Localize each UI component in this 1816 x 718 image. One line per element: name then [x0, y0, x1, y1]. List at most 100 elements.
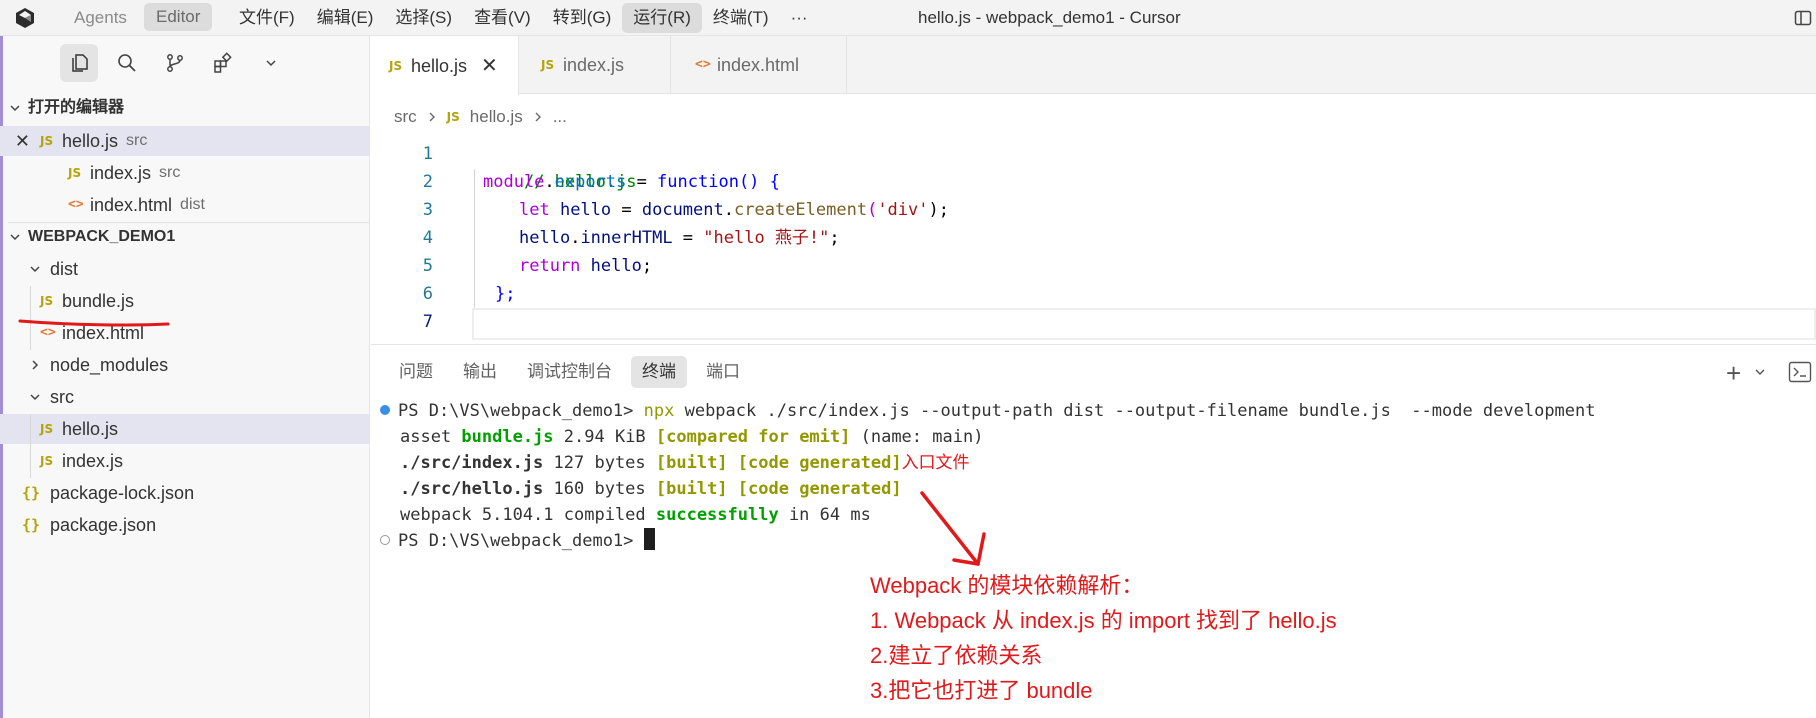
code-token: .	[723, 200, 734, 220]
file-label: package.json	[50, 515, 157, 535]
code-line: };	[495, 280, 515, 308]
line-number: 1	[422, 144, 433, 164]
status-dot-icon	[380, 405, 390, 415]
source-control-button[interactable]	[156, 44, 194, 82]
tab-hello-js[interactable]: JS hello.js ✕	[371, 36, 519, 95]
code-token: =	[672, 228, 704, 248]
annotation-line: 2.建立了依赖关系	[870, 643, 1043, 668]
line-number: 2	[422, 172, 433, 192]
code-token: module	[483, 172, 545, 192]
toggle-sidebar-icon[interactable]	[1794, 9, 1812, 27]
js-file-icon: JS	[446, 110, 460, 124]
json-file-icon: {}	[22, 484, 41, 502]
tab-terminal[interactable]: 终端	[631, 356, 687, 388]
menu-run[interactable]: 运行(R)	[622, 3, 702, 33]
breadcrumb: src JS hello.js ...	[394, 100, 567, 134]
terminal-token: 160 bytes	[543, 479, 656, 499]
tab-output[interactable]: 输出	[452, 356, 508, 388]
files-icon	[72, 54, 88, 72]
extensions-button[interactable]	[204, 44, 242, 82]
tree-folder-node-modules[interactable]: node_modules	[0, 350, 369, 380]
code-token: exports	[554, 172, 627, 192]
tree-file-package-lock[interactable]: {} package-lock.json	[0, 478, 369, 508]
code-token: );	[928, 200, 949, 220]
window-title: hello.js - webpack_demo1 - Cursor	[918, 8, 1181, 27]
terminal-token: (name: main)	[850, 427, 984, 447]
terminal-cursor	[643, 528, 655, 550]
close-icon[interactable]: ✕	[0, 126, 40, 156]
new-terminal-plus-icon[interactable]: +	[1726, 360, 1741, 386]
code-editor[interactable]: 1 2 3 4 5 6 7 // hello.js module.exports…	[371, 140, 1816, 340]
code-token: =	[611, 200, 642, 220]
open-editor-item[interactable]: ✕ JS hello.js src	[0, 126, 369, 156]
tree-file-package[interactable]: {} package.json	[0, 510, 369, 540]
tab-ports[interactable]: 端口	[695, 356, 751, 388]
code-line: // hello.js	[483, 140, 637, 192]
terminal-token: ./src/hello.js	[400, 479, 544, 499]
chevron-right-icon	[429, 112, 435, 122]
extensions-icon	[214, 52, 232, 73]
tab-debug-console[interactable]: 调试控制台	[516, 356, 623, 388]
open-editor-item[interactable]: JS index.js src	[0, 158, 369, 188]
js-file-icon: JS	[389, 58, 403, 73]
close-icon[interactable]: ✕	[481, 37, 498, 95]
tree-file-bundle[interactable]: JS bundle.js	[0, 286, 369, 316]
more-views-button[interactable]	[252, 44, 290, 82]
terminal-token: [compared for emit]	[655, 427, 851, 447]
annotation-line: 1. Webpack 从 index.js 的 import 找到了 hello…	[870, 608, 1337, 633]
terminal-token: ./src/index.js	[400, 453, 544, 473]
menu-go[interactable]: 转到(G)	[542, 3, 623, 33]
sidebar: 打开的编辑器 ✕ JS hello.js src JS index.js src…	[0, 36, 370, 718]
breadcrumb-more[interactable]: ...	[553, 100, 567, 134]
html-file-icon: <>	[40, 325, 56, 340]
terminal-icon[interactable]	[1788, 361, 1812, 383]
tree-folder-src[interactable]: src	[0, 382, 369, 412]
chevron-down-icon	[28, 262, 42, 276]
code-line: let hello = document.createElement('div'…	[519, 196, 949, 224]
code-token: createElement	[734, 200, 868, 220]
open-editor-item[interactable]: <> index.html dist	[0, 190, 369, 220]
code-token: };	[495, 284, 516, 304]
menu-selection[interactable]: 选择(S)	[384, 3, 463, 33]
chevron-down-icon[interactable]	[1754, 366, 1766, 378]
project-header[interactable]: WEBPACK_DEMO1	[8, 222, 369, 250]
file-label: index.js	[62, 451, 124, 471]
editor-tabs: JS hello.js ✕ JS index.js <> index.html	[371, 36, 1816, 95]
code-token: ;	[829, 228, 840, 248]
chevron-right-icon	[28, 358, 42, 372]
terminal-line: ./src/hello.js 160 bytes [built] [code g…	[400, 476, 902, 502]
menu-edit[interactable]: 编辑(E)	[306, 3, 385, 33]
tab-problems[interactable]: 问题	[388, 356, 444, 388]
tab-index-js[interactable]: JS index.js	[519, 36, 671, 94]
editor-toggle[interactable]: Editor	[144, 3, 213, 31]
terminal-token: npx	[643, 401, 675, 421]
js-file-icon: JS	[40, 294, 54, 308]
code-token: innerHTML	[580, 228, 673, 248]
tab-index-html[interactable]: <> index.html	[671, 36, 847, 94]
code-token: document	[641, 200, 724, 220]
agents-toggle[interactable]: Agents	[62, 5, 139, 31]
line-number: 6	[422, 284, 433, 304]
tree-file-dist-index[interactable]: <> index.html	[0, 318, 369, 348]
menu-more[interactable]: ···	[780, 3, 819, 33]
open-editor-name: hello.js	[62, 131, 119, 151]
terminal-line: PS D:\VS\webpack_demo1> npx webpack ./sr…	[380, 398, 1596, 424]
breadcrumb-folder[interactable]: src	[394, 100, 417, 134]
line-number: 4	[422, 228, 433, 248]
activity-bar	[60, 44, 290, 84]
search-button[interactable]	[108, 44, 146, 82]
menu-terminal[interactable]: 终端(T)	[702, 3, 780, 33]
json-file-icon: {}	[22, 516, 41, 534]
menu-file[interactable]: 文件(F)	[228, 3, 306, 33]
explorer-button[interactable]	[60, 44, 98, 82]
tree-file-hello[interactable]: JS hello.js	[0, 414, 369, 444]
open-editors-header[interactable]: 打开的编辑器	[8, 94, 124, 122]
menu-view[interactable]: 查看(V)	[463, 3, 542, 33]
tab-label: hello.js	[411, 55, 468, 76]
tree-folder-dist[interactable]: dist	[0, 254, 369, 284]
breadcrumb-file[interactable]: hello.js	[470, 100, 523, 134]
js-file-icon: JS	[40, 454, 54, 468]
source-control-icon	[167, 54, 183, 72]
tree-file-index[interactable]: JS index.js	[0, 446, 369, 476]
panel-tabs: 问题 输出 调试控制台 终端 端口	[388, 356, 751, 390]
